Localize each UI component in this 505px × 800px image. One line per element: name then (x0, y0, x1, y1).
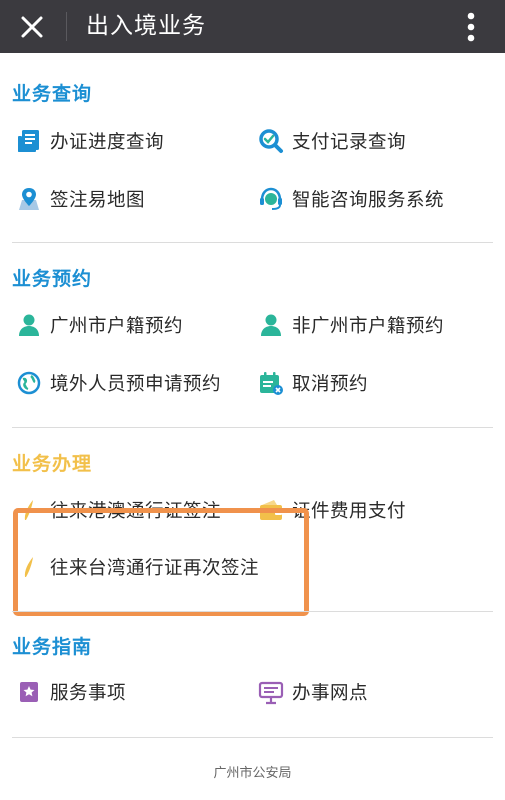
item-cancel-booking[interactable]: 取消预约 (258, 366, 368, 400)
globe-icon (16, 370, 42, 396)
wallet-icon (258, 497, 284, 523)
star-bookmark-icon (16, 679, 42, 705)
item-fee-payment[interactable]: 证件费用支付 (258, 493, 406, 527)
item-label: 境外人员预申请预约 (50, 374, 222, 395)
progress-document-icon (16, 128, 42, 154)
section-title-query: 业务查询 (12, 83, 93, 105)
user-icon (16, 312, 42, 338)
item-label: 证件费用支付 (292, 501, 407, 522)
item-service-matters[interactable]: 服务事项 (16, 675, 126, 709)
item-label: 智能咨询服务系统 (292, 190, 445, 211)
page-title: 出入境业务 (86, 13, 206, 39)
item-label: 往来港澳通行证签注 (50, 501, 222, 522)
item-label: 非广州市户籍预约 (292, 316, 445, 337)
top-bar: 出入境业务 (0, 0, 505, 53)
more-vertical-icon (467, 12, 475, 42)
header-divider (66, 12, 67, 41)
pen-icon (16, 497, 42, 523)
close-icon (21, 16, 43, 38)
footer-text: 广州市公安局 (213, 766, 292, 781)
pen-icon (16, 554, 42, 580)
section-title-guide: 业务指南 (12, 636, 93, 658)
item-foreigner-pre-booking[interactable]: 境外人员预申请预约 (16, 366, 221, 400)
item-gz-household-booking[interactable]: 广州市户籍预约 (16, 308, 183, 342)
calendar-cancel-icon (258, 370, 284, 396)
item-taiwan-re-endorsement[interactable]: 往来台湾通行证再次签注 (16, 550, 259, 584)
map-pin-icon (16, 186, 42, 212)
item-label: 广州市户籍预约 (50, 316, 184, 337)
item-payment-records[interactable]: 支付记录查询 (258, 124, 406, 158)
item-progress-query[interactable]: 办证进度查询 (16, 124, 164, 158)
user-icon (258, 312, 284, 338)
item-smart-consult[interactable]: 智能咨询服务系统 (258, 182, 444, 216)
search-icon (258, 128, 284, 154)
item-label: 取消预约 (292, 374, 369, 395)
section-divider (12, 242, 493, 243)
item-label: 办证进度查询 (50, 132, 165, 153)
item-label: 支付记录查询 (292, 132, 407, 153)
item-label: 签注易地图 (50, 190, 146, 211)
section-title-booking: 业务预约 (12, 268, 93, 290)
item-label: 往来台湾通行证再次签注 (50, 558, 260, 579)
location-sign-icon (258, 679, 284, 705)
close-button[interactable] (14, 9, 50, 45)
item-visa-map[interactable]: 签注易地图 (16, 182, 145, 216)
headset-icon (258, 186, 284, 212)
item-hk-macao-endorsement[interactable]: 往来港澳通行证签注 (16, 493, 221, 527)
item-label: 办事网点 (292, 683, 369, 704)
item-service-outlets[interactable]: 办事网点 (258, 675, 368, 709)
section-title-process: 业务办理 (12, 453, 93, 475)
section-divider (12, 427, 493, 428)
item-non-gz-household-booking[interactable]: 非广州市户籍预约 (258, 308, 444, 342)
more-menu-button[interactable] (461, 10, 481, 44)
section-divider (12, 611, 493, 612)
section-divider (12, 737, 493, 738)
item-label: 服务事项 (50, 683, 127, 704)
